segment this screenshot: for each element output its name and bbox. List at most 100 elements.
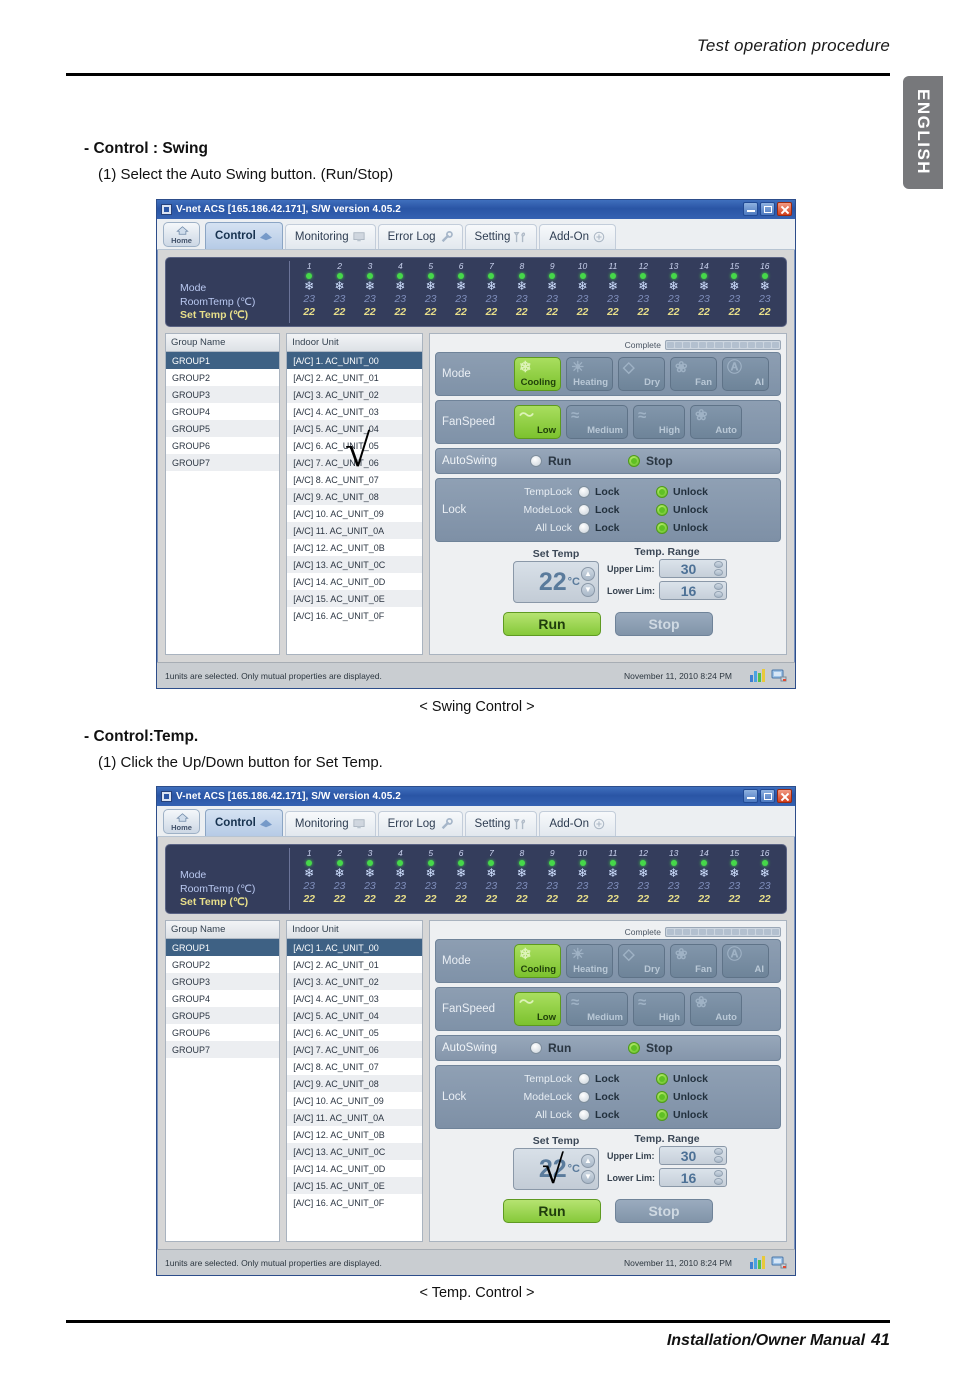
indoor-unit-list-item[interactable]: [A/C] 11. AC_UNIT_0A bbox=[287, 522, 422, 539]
chart-icon[interactable] bbox=[750, 669, 765, 682]
group-list-item[interactable]: GROUP3 bbox=[166, 386, 280, 403]
indoor-unit-list-item[interactable]: [A/C] 1. AC_UNIT_00 bbox=[287, 352, 422, 369]
tab-setting[interactable]: Setting bbox=[464, 224, 538, 249]
lock-row-templock[interactable]: TempLock Lock Unlock bbox=[504, 483, 774, 501]
indoor-unit-list[interactable]: Indoor Unit [A/C] 1. AC_UNIT_00 [A/C] 2. … bbox=[286, 333, 423, 655]
templock-unlock-radio[interactable] bbox=[656, 486, 668, 498]
temperature-area[interactable]: Set Temp 22 °C ▲ ▼ Temp. Range Upper Lim… bbox=[435, 1131, 781, 1194]
stop-button[interactable]: Stop bbox=[615, 1199, 713, 1223]
upper-limit-stepper[interactable] bbox=[714, 561, 723, 576]
mode-row[interactable]: Mode ❄ Cooling ☀ Heating ◇ Dry ❀ Fan Ⓐ A… bbox=[435, 352, 781, 396]
lock-row-templock[interactable]: TempLock Lock Unlock bbox=[504, 1070, 774, 1088]
indoor-unit-list-item[interactable]: [A/C] 6. AC_UNIT_05 bbox=[287, 1024, 422, 1041]
set-temp-down-button[interactable]: ▼ bbox=[581, 1170, 595, 1184]
indoor-unit-list-item[interactable]: [A/C] 10. AC_UNIT_09 bbox=[287, 1092, 422, 1109]
tab-control[interactable]: Control bbox=[205, 809, 283, 836]
alllock-unlock-radio[interactable] bbox=[656, 522, 668, 534]
temperature-area[interactable]: Set Temp 22 °C ▲ ▼ Temp. Range Upper Lim… bbox=[435, 544, 781, 607]
lock-row-modelock[interactable]: ModeLock Lock Unlock bbox=[504, 501, 774, 519]
tab-setting[interactable]: Setting bbox=[464, 811, 538, 836]
indoor-unit-list-item[interactable]: [A/C] 3. AC_UNIT_02 bbox=[287, 386, 422, 403]
indoor-unit-list-item[interactable]: [A/C] 16. AC_UNIT_0F bbox=[287, 1194, 422, 1211]
group-list-item[interactable]: GROUP5 bbox=[166, 420, 280, 437]
run-stop-row[interactable]: Run Stop bbox=[435, 612, 781, 636]
group-list-item[interactable]: GROUP2 bbox=[166, 956, 279, 973]
lower-limit-stepper[interactable] bbox=[714, 1170, 723, 1185]
app-window-swing[interactable]: V-net ACS [165.186.42.171], S/W version … bbox=[156, 199, 796, 689]
indoor-unit-list-item[interactable]: [A/C] 4. AC_UNIT_03 bbox=[287, 990, 422, 1007]
indoor-unit-list-item[interactable]: [A/C] 16. AC_UNIT_0F bbox=[287, 607, 422, 624]
run-button[interactable]: Run bbox=[503, 1199, 601, 1223]
set-temp-up-button[interactable]: ▲ bbox=[581, 1154, 595, 1168]
control-panel[interactable]: Complete Mode ❄ Cooling ☀ Heating ◇ Dry bbox=[429, 333, 787, 655]
mode-button-dry[interactable]: ◇ Dry bbox=[618, 944, 665, 978]
group-list-item[interactable]: GROUP6 bbox=[166, 1024, 279, 1041]
chart-icon[interactable] bbox=[750, 1256, 765, 1269]
run-stop-row[interactable]: Run Stop bbox=[435, 1199, 781, 1223]
indoor-unit-list-item[interactable]: [A/C] 15. AC_UNIT_0E bbox=[287, 590, 422, 607]
templock-unlock-radio[interactable] bbox=[656, 1073, 668, 1085]
mode-button-dry[interactable]: ◇ Dry bbox=[618, 357, 665, 391]
indoor-unit-list-item[interactable]: [A/C] 14. AC_UNIT_0D bbox=[287, 573, 422, 590]
group-list-item[interactable]: GROUP1 bbox=[166, 939, 280, 956]
stop-button[interactable]: Stop bbox=[615, 612, 713, 636]
tab-monitoring[interactable]: Monitoring bbox=[284, 224, 376, 249]
indoor-unit-list-item[interactable]: [A/C] 13. AC_UNIT_0C bbox=[287, 556, 422, 573]
upper-limit-box[interactable]: 30 bbox=[659, 559, 727, 578]
lock-row-modelock[interactable]: ModeLock Lock Unlock bbox=[504, 1088, 774, 1106]
home-button[interactable]: Home bbox=[163, 809, 200, 834]
indoor-unit-list-item[interactable]: [A/C] 9. AC_UNIT_08 bbox=[287, 1075, 422, 1092]
minimize-button[interactable] bbox=[743, 789, 758, 803]
set-temp-down-button[interactable]: ▼ bbox=[581, 583, 595, 597]
indoor-unit-list-item[interactable]: [A/C] 6. AC_UNIT_05 bbox=[287, 437, 422, 454]
templock-lock-radio[interactable] bbox=[578, 486, 590, 498]
set-temp-group[interactable]: Set Temp 22 °C ▲ ▼ bbox=[513, 1135, 599, 1190]
modelock-unlock-radio[interactable] bbox=[656, 504, 668, 516]
tab-strip[interactable]: Home Control Monitoring Error Log Settin… bbox=[157, 219, 795, 250]
tab-control[interactable]: Control bbox=[205, 222, 283, 249]
network-icon[interactable] bbox=[771, 669, 787, 682]
fanspeed-button-high[interactable]: ≈ High bbox=[633, 992, 685, 1026]
fanspeed-button-auto[interactable]: ❀ Auto bbox=[690, 992, 742, 1026]
indoor-unit-list-body[interactable]: [A/C] 1. AC_UNIT_00 [A/C] 2. AC_UNIT_01 [A… bbox=[287, 352, 422, 654]
group-list-body[interactable]: GROUP1 GROUP2 GROUP3 GROUP4 GROUP5 GROUP6 GROU… bbox=[166, 939, 280, 1241]
group-list[interactable]: Group Name GROUP1 GROUP2 GROUP3 GROUP4 GROUP… bbox=[165, 920, 281, 1242]
group-list-item[interactable]: GROUP7 bbox=[166, 1041, 280, 1058]
indoor-unit-list-item[interactable]: [A/C] 8. AC_UNIT_07 bbox=[287, 471, 422, 488]
maximize-button[interactable] bbox=[760, 202, 775, 216]
lower-limit-row[interactable]: Lower Lim: 16 bbox=[607, 1168, 727, 1187]
set-temp-stepper[interactable]: ▲ ▼ bbox=[581, 1154, 595, 1184]
group-list-item[interactable]: GROUP2 bbox=[166, 369, 279, 386]
upper-limit-stepper[interactable] bbox=[714, 1148, 723, 1163]
indoor-unit-list-item[interactable]: [A/C] 1. AC_UNIT_00 bbox=[287, 939, 422, 956]
window-controls[interactable] bbox=[743, 789, 792, 803]
run-button[interactable]: Run bbox=[503, 612, 601, 636]
indoor-unit-list-item[interactable]: [A/C] 5. AC_UNIT_04 bbox=[287, 420, 422, 437]
alllock-lock-radio[interactable] bbox=[578, 522, 590, 534]
indoor-unit-list-item[interactable]: [A/C] 14. AC_UNIT_0D bbox=[287, 1160, 422, 1177]
mode-button-heating[interactable]: ☀ Heating bbox=[566, 357, 613, 391]
group-list[interactable]: Group Name GROUP1 GROUP2 GROUP3 GROUP4 GROUP… bbox=[165, 333, 281, 655]
minimize-button[interactable] bbox=[743, 202, 758, 216]
mode-button-fan[interactable]: ❀ Fan bbox=[670, 357, 717, 391]
indoor-unit-list-item[interactable]: [A/C] 7. AC_UNIT_06 bbox=[287, 454, 422, 471]
temp-range-group[interactable]: Temp. Range Upper Lim: 30 Lower Lim: 16 bbox=[607, 1133, 727, 1190]
lower-limit-row[interactable]: Lower Lim: 16 bbox=[607, 581, 727, 600]
indoor-unit-list-item[interactable]: [A/C] 5. AC_UNIT_04 bbox=[287, 1007, 422, 1024]
mode-button-heating[interactable]: ☀ Heating bbox=[566, 944, 613, 978]
group-list-body[interactable]: GROUP1 GROUP2 GROUP3 GROUP4 GROUP5 GROUP6 GROU… bbox=[166, 352, 280, 654]
indoor-unit-list-item[interactable]: [A/C] 2. AC_UNIT_01 bbox=[287, 369, 422, 386]
fanspeed-button-high[interactable]: ≈ High bbox=[633, 405, 685, 439]
tab-error-log[interactable]: Error Log bbox=[377, 811, 463, 836]
fanspeed-button-low[interactable]: 〜 Low bbox=[514, 405, 561, 439]
mode-button-cooling[interactable]: ❄ Cooling bbox=[514, 357, 561, 391]
tab-error-log[interactable]: Error Log bbox=[377, 224, 463, 249]
fanspeed-row[interactable]: FanSpeed 〜 Low ≈ Medium ≈ High ❀ Auto bbox=[435, 987, 781, 1031]
lower-limit-stepper[interactable] bbox=[714, 583, 723, 598]
indoor-unit-list-item[interactable]: [A/C] 10. AC_UNIT_09 bbox=[287, 505, 422, 522]
fanspeed-button-low[interactable]: 〜 Low bbox=[514, 992, 561, 1026]
group-list-item[interactable]: GROUP7 bbox=[166, 454, 280, 471]
group-list-item[interactable]: GROUP4 bbox=[166, 990, 279, 1007]
group-list-item[interactable]: GROUP6 bbox=[166, 437, 279, 454]
autoswing-stop-radio[interactable] bbox=[628, 455, 640, 467]
